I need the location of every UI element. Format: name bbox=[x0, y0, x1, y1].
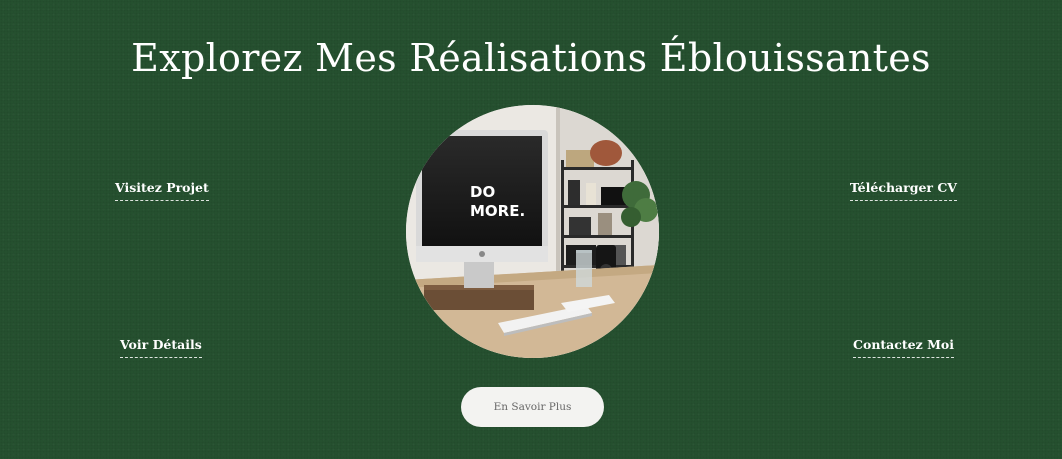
contact-me-link[interactable]: Contactez Moi bbox=[853, 337, 954, 358]
view-details-link[interactable]: Voir Détails bbox=[120, 337, 202, 358]
screen-text-line1: DO bbox=[470, 183, 495, 201]
download-cv-link[interactable]: Télécharger CV bbox=[849, 180, 957, 201]
learn-more-button[interactable]: En Savoir Plus bbox=[461, 387, 604, 427]
page-title: Explorez Mes Réalisations Éblouissantes bbox=[131, 36, 931, 80]
screen-text-line2: MORE. bbox=[470, 202, 525, 220]
visit-project-link[interactable]: Visitez Projet bbox=[115, 180, 209, 201]
workspace-photo: DO MORE. bbox=[406, 105, 659, 358]
monitor-illustration: DO MORE. bbox=[416, 130, 548, 262]
